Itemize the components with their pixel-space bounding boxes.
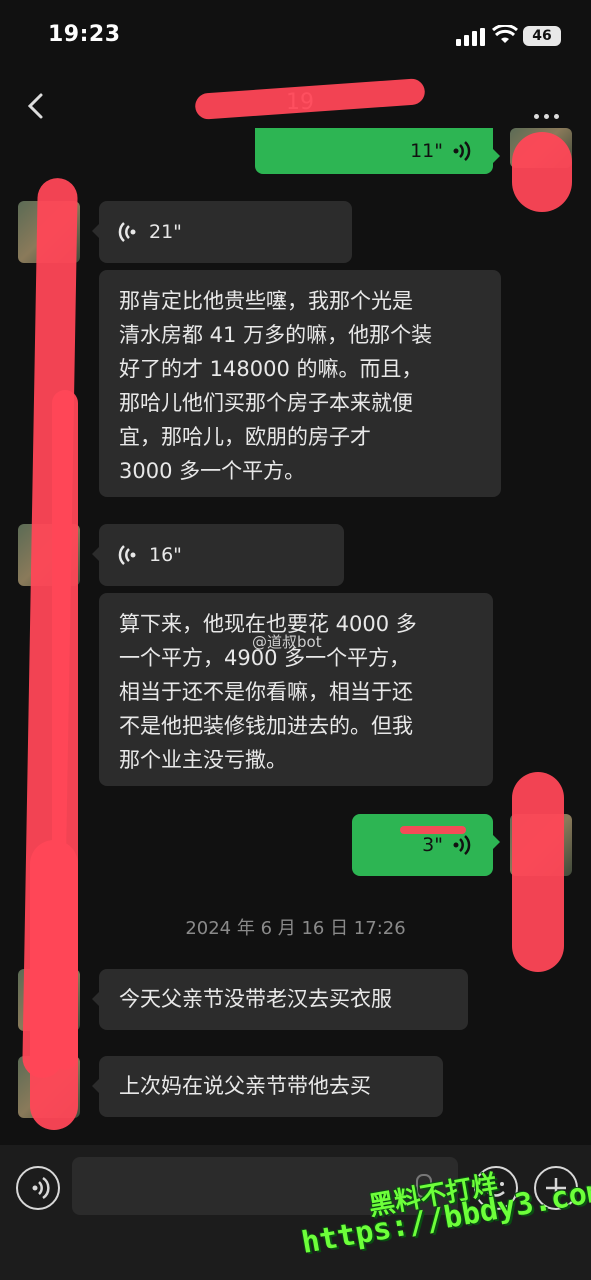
weibo-watermark: @道叔bot: [252, 633, 322, 651]
chevron-left-icon[interactable]: [24, 92, 48, 120]
redaction-scribble: [512, 772, 564, 972]
message-text: 上次妈在说父亲节带他去买: [119, 1074, 371, 1098]
transcript-line: 那肯定比他贵些噻，我那个光是: [119, 289, 413, 313]
voice-message-outgoing[interactable]: 11": [255, 128, 500, 174]
voice-wave-icon: [118, 222, 136, 242]
transcript-line: 3000 多一个平方。: [119, 459, 306, 483]
voice-transcript: 那肯定比他贵些噻，我那个光是 清水房都 41 万多的嘛，他那个装 好了的才 14…: [99, 270, 501, 497]
battery-indicator: 46: [523, 26, 561, 46]
voice-duration: 11": [410, 140, 443, 162]
redaction-scribble: [400, 826, 466, 834]
voice-duration: 16": [149, 544, 182, 566]
voice-wave-icon: [453, 141, 471, 161]
wifi-icon: [492, 25, 518, 43]
voice-input-icon[interactable]: [16, 1166, 60, 1210]
voice-transcript: 算下来，他现在也要花 4000 多 一个平方，4900 多一个平方， 相当于还不…: [99, 593, 493, 786]
text-message-incoming[interactable]: 今天父亲节没带老汉去买衣服: [92, 969, 468, 1030]
transcript-line: 相当于还不是你看嘛，相当于还: [119, 680, 413, 704]
status-bar: 19:23 46: [0, 0, 591, 78]
message-text: 今天父亲节没带老汉去买衣服: [119, 987, 392, 1011]
transcript-line: 好了的才 148000 的嘛。而且，: [119, 357, 423, 381]
status-time: 19:23: [48, 22, 121, 47]
voice-message-incoming[interactable]: 16": [92, 524, 344, 586]
voice-message-incoming[interactable]: 21": [92, 201, 352, 263]
redaction-scribble: [30, 840, 78, 1130]
redaction-scribble: [512, 132, 572, 212]
more-dots-icon[interactable]: [534, 104, 564, 123]
voice-wave-icon: [118, 545, 136, 565]
transcript-line: 那个业主没亏撒。: [119, 748, 287, 772]
transcript-line: 不是他把装修钱加进去的。但我: [119, 714, 413, 738]
signal-icon: [456, 28, 486, 46]
text-message-incoming[interactable]: 上次妈在说父亲节带他去买: [92, 1056, 443, 1117]
transcript-line: 清水房都 41 万多的嘛，他那个装: [119, 323, 433, 347]
voice-wave-icon: [453, 835, 471, 855]
voice-duration: 21": [149, 221, 182, 243]
message-timestamp: 2024 年 6 月 16 日 17:26: [185, 918, 406, 939]
voice-message-outgoing[interactable]: 3": [352, 814, 500, 876]
transcript-line: 宜，那哈儿，欧朋的房子才: [119, 425, 371, 449]
transcript-line: 那哈儿他们买那个房子本来就便: [119, 391, 413, 415]
